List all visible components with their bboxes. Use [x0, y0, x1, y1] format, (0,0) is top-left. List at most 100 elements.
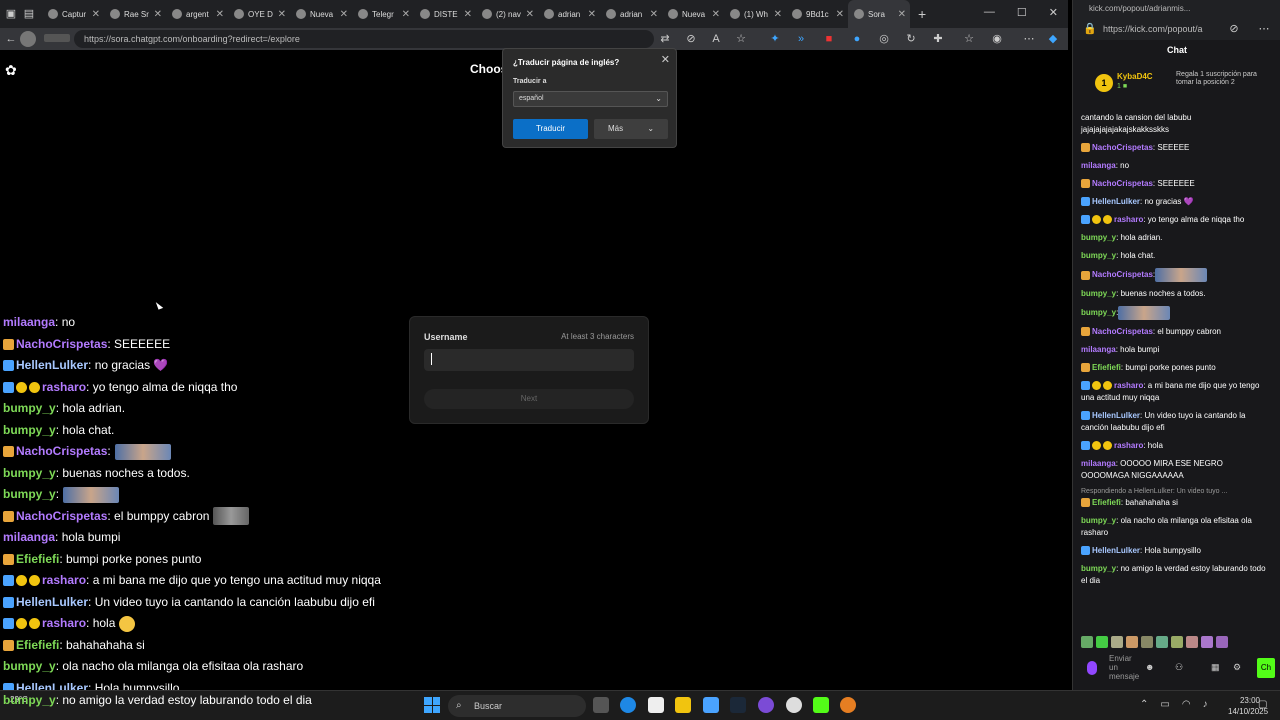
tab-close-icon[interactable]: ✕	[650, 9, 658, 20]
chat-username[interactable]: bumpy_y	[1081, 308, 1116, 317]
extension-icon-3[interactable]: ■	[822, 32, 836, 46]
tab-close-icon[interactable]: ✕	[278, 9, 286, 20]
chat-username[interactable]: NachoCrispetas	[1092, 179, 1153, 188]
start-button[interactable]	[424, 697, 440, 713]
chat-username[interactable]: rasharo	[1114, 215, 1143, 224]
chat-username[interactable]: milaanga	[1081, 345, 1116, 354]
chat-username[interactable]: HellenLulker	[1092, 546, 1140, 555]
emote-icon[interactable]	[1171, 636, 1183, 648]
steam-icon[interactable]	[730, 697, 746, 713]
tab[interactable]: Nueva ✕	[290, 0, 352, 28]
read-aloud-icon[interactable]: A	[709, 32, 723, 46]
language-select[interactable]: español ⌄	[513, 91, 668, 107]
chat-username[interactable]: HellenLulker	[1092, 197, 1140, 206]
chat-username[interactable]: NachoCrispetas	[1092, 327, 1153, 336]
emote-icon[interactable]	[1216, 636, 1228, 648]
tab[interactable]: OYE D ✕	[228, 0, 290, 28]
back-icon[interactable]: ←	[4, 32, 18, 46]
chat-username[interactable]: Efiefiefi	[1092, 498, 1121, 507]
tab-close-icon[interactable]: ✕	[712, 9, 720, 20]
url-input[interactable]: https://kick.com/popout/a	[1103, 22, 1243, 36]
chat-username[interactable]: milaanga	[1081, 161, 1116, 170]
tab[interactable]: Nueva ✕	[662, 0, 724, 28]
emote-icon[interactable]	[1081, 636, 1093, 648]
wifi-icon[interactable]: ◠	[1182, 699, 1191, 710]
tab-actions-icon[interactable]: ▤	[22, 7, 36, 21]
settings-icon[interactable]: ⚙	[1233, 662, 1241, 673]
chevron-up-icon[interactable]: ⌃	[1140, 699, 1148, 710]
tab-close-icon[interactable]: ✕	[154, 9, 162, 20]
url-input[interactable]: https://sora.chatgpt.com/onboarding?redi…	[74, 30, 654, 48]
app-icon[interactable]	[703, 697, 719, 713]
extensions-puzzle-icon[interactable]: ✚	[931, 32, 945, 46]
discord-icon[interactable]	[758, 697, 774, 713]
tab-close-icon[interactable]: ✕	[526, 9, 534, 20]
close-icon[interactable]: ✕	[1049, 6, 1058, 19]
refresh-icon[interactable]: ↻	[904, 32, 918, 46]
tab[interactable]: Captur ✕	[42, 0, 104, 28]
emote-icon[interactable]	[1111, 636, 1123, 648]
chat-username[interactable]: rasharo	[1114, 441, 1143, 450]
tab-close-icon[interactable]: ✕	[340, 9, 348, 20]
chat-username[interactable]: HellenLulker	[1092, 411, 1140, 420]
tab[interactable]: Sora ✕	[848, 0, 910, 28]
emote-icon[interactable]	[1141, 636, 1153, 648]
translate-button[interactable]: Traducir	[513, 119, 588, 139]
site-info-icon[interactable]: 🔒	[1083, 22, 1097, 36]
chat-username[interactable]: bumpy_y	[1081, 233, 1116, 242]
close-icon[interactable]: ✕	[661, 53, 670, 66]
microphone-icon[interactable]	[1087, 661, 1097, 675]
tab[interactable]: argent ✕	[166, 0, 228, 28]
chat-username[interactable]: bumpy_y	[1081, 289, 1116, 298]
emoji-icon[interactable]: ☻	[1145, 662, 1154, 672]
tab-close-icon[interactable]: ✕	[464, 9, 472, 20]
chat-username[interactable]: Efiefiefi	[1092, 363, 1121, 372]
tab[interactable]: Telegr ✕	[352, 0, 414, 28]
volume-icon[interactable]: ♪	[1203, 699, 1208, 710]
translate-icon[interactable]: ⇄	[658, 32, 672, 46]
workspaces-icon[interactable]: ▣	[4, 7, 18, 21]
tab[interactable]: (1) Wh ✕	[724, 0, 786, 28]
profile-avatar[interactable]	[20, 31, 36, 47]
extension-icon-5[interactable]: ◎	[877, 32, 891, 46]
next-button[interactable]: Next	[424, 389, 634, 409]
new-tab-button[interactable]: +	[918, 6, 926, 22]
settings-more-icon[interactable]: ⋯	[1022, 32, 1036, 46]
copilot-icon[interactable]: ◆	[1046, 32, 1060, 46]
notification-icon[interactable]: ▢	[1258, 699, 1267, 710]
emote-icon[interactable]	[1126, 636, 1138, 648]
tab-close-icon[interactable]: ✕	[216, 9, 224, 20]
extension-icon-4[interactable]: ●	[850, 32, 864, 46]
send-button[interactable]: Ch	[1257, 658, 1275, 678]
kick-app-icon[interactable]	[813, 697, 829, 713]
chat-username[interactable]: bumpy_y	[1081, 564, 1116, 573]
favorite-star-icon[interactable]: ☆	[734, 32, 748, 46]
chat-username[interactable]: milaanga	[1081, 459, 1116, 468]
maximize-icon[interactable]: ☐	[1017, 6, 1027, 19]
tab[interactable]: DISTE ✕	[414, 0, 476, 28]
tab-close-icon[interactable]: ✕	[836, 9, 844, 20]
chrome-icon[interactable]	[786, 697, 802, 713]
username-input[interactable]	[424, 349, 634, 371]
tab-close-icon[interactable]: ✕	[588, 9, 596, 20]
chat-username[interactable]: bumpy_y	[1081, 251, 1116, 260]
tab-close-icon[interactable]: ✕	[898, 9, 906, 20]
minimize-icon[interactable]: —	[984, 6, 995, 19]
emote-icon[interactable]	[1096, 636, 1108, 648]
taskbar-search[interactable]: ⌕ Buscar	[448, 695, 586, 717]
tab-close-icon[interactable]: ✕	[402, 9, 410, 20]
tab-close-icon[interactable]: ✕	[774, 9, 782, 20]
tab[interactable]: 9Bd1c ✕	[786, 0, 848, 28]
site-info-icon[interactable]	[44, 34, 70, 42]
extension-icon-2[interactable]: »	[794, 32, 808, 46]
emote-icon[interactable]	[1156, 636, 1168, 648]
chat-username[interactable]: NachoCrispetas	[1092, 270, 1153, 279]
emote-icon[interactable]	[1186, 636, 1198, 648]
pinned-username[interactable]: KybaD4C	[1117, 72, 1153, 81]
tab-close-icon[interactable]: ✕	[92, 9, 100, 20]
store-icon[interactable]	[648, 697, 664, 713]
account-icon[interactable]: ◉	[990, 32, 1004, 46]
chat-input[interactable]: Enviar un mensaje	[1109, 654, 1139, 681]
more-button[interactable]: Más ⌄	[594, 119, 668, 139]
emote-icon[interactable]	[1201, 636, 1213, 648]
